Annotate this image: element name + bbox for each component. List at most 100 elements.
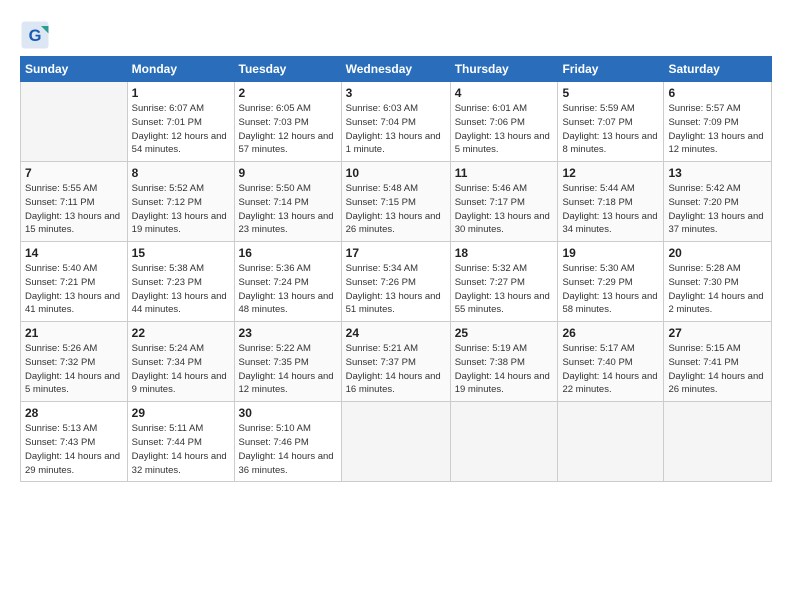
calendar-cell: 14 Sunrise: 5:40 AMSunset: 7:21 PMDayligh… [21, 242, 128, 322]
day-number: 24 [346, 326, 446, 340]
day-number: 3 [346, 86, 446, 100]
day-info: Sunrise: 5:34 AMSunset: 7:26 PMDaylight:… [346, 262, 446, 317]
calendar-cell: 23 Sunrise: 5:22 AMSunset: 7:35 PMDayligh… [234, 322, 341, 402]
calendar-week-1: 1 Sunrise: 6:07 AMSunset: 7:01 PMDaylight… [21, 82, 772, 162]
day-info: Sunrise: 6:03 AMSunset: 7:04 PMDaylight:… [346, 102, 446, 157]
calendar-cell: 20 Sunrise: 5:28 AMSunset: 7:30 PMDayligh… [664, 242, 772, 322]
calendar-cell: 1 Sunrise: 6:07 AMSunset: 7:01 PMDaylight… [127, 82, 234, 162]
svg-text:G: G [29, 27, 42, 45]
day-number: 27 [668, 326, 767, 340]
day-info: Sunrise: 5:24 AMSunset: 7:34 PMDaylight:… [132, 342, 230, 397]
day-info: Sunrise: 5:46 AMSunset: 7:17 PMDaylight:… [455, 182, 554, 237]
day-info: Sunrise: 5:42 AMSunset: 7:20 PMDaylight:… [668, 182, 767, 237]
logo-icon: G [20, 20, 50, 50]
day-info: Sunrise: 5:13 AMSunset: 7:43 PMDaylight:… [25, 422, 123, 477]
calendar-cell: 30 Sunrise: 5:10 AMSunset: 7:46 PMDayligh… [234, 402, 341, 482]
calendar-cell: 12Sunrise: 5:44 AMSunset: 7:18 PMDayligh… [558, 162, 664, 242]
calendar-cell: 27Sunrise: 5:15 AMSunset: 7:41 PMDayligh… [664, 322, 772, 402]
calendar-cell: 21 Sunrise: 5:26 AMSunset: 7:32 PMDayligh… [21, 322, 128, 402]
day-number: 15 [132, 246, 230, 260]
weekday-header-friday: Friday [558, 57, 664, 82]
calendar-body: 1 Sunrise: 6:07 AMSunset: 7:01 PMDaylight… [21, 82, 772, 482]
day-number: 20 [668, 246, 767, 260]
weekday-header-monday: Monday [127, 57, 234, 82]
calendar-cell: 13 Sunrise: 5:42 AMSunset: 7:20 PMDayligh… [664, 162, 772, 242]
day-info: Sunrise: 6:01 AMSunset: 7:06 PMDaylight:… [455, 102, 554, 157]
calendar-cell: 25Sunrise: 5:19 AMSunset: 7:38 PMDayligh… [450, 322, 558, 402]
calendar-cell: 28 Sunrise: 5:13 AMSunset: 7:43 PMDayligh… [21, 402, 128, 482]
day-info: Sunrise: 5:52 AMSunset: 7:12 PMDaylight:… [132, 182, 230, 237]
day-info: Sunrise: 5:28 AMSunset: 7:30 PMDaylight:… [668, 262, 767, 317]
weekday-header-sunday: Sunday [21, 57, 128, 82]
day-number: 10 [346, 166, 446, 180]
calendar-cell: 19 Sunrise: 5:30 AMSunset: 7:29 PMDayligh… [558, 242, 664, 322]
day-info: Sunrise: 5:19 AMSunset: 7:38 PMDaylight:… [455, 342, 554, 397]
day-number: 5 [562, 86, 659, 100]
day-number: 12 [562, 166, 659, 180]
day-info: Sunrise: 5:50 AMSunset: 7:14 PMDaylight:… [239, 182, 337, 237]
day-number: 16 [239, 246, 337, 260]
calendar-cell: 10 Sunrise: 5:48 AMSunset: 7:15 PMDayligh… [341, 162, 450, 242]
day-info: Sunrise: 5:21 AMSunset: 7:37 PMDaylight:… [346, 342, 446, 397]
calendar-cell: 9 Sunrise: 5:50 AMSunset: 7:14 PMDaylight… [234, 162, 341, 242]
day-info: Sunrise: 5:40 AMSunset: 7:21 PMDaylight:… [25, 262, 123, 317]
calendar-cell: 8Sunrise: 5:52 AMSunset: 7:12 PMDaylight… [127, 162, 234, 242]
weekday-header-tuesday: Tuesday [234, 57, 341, 82]
weekday-row: SundayMondayTuesdayWednesdayThursdayFrid… [21, 57, 772, 82]
calendar-cell: 4Sunrise: 6:01 AMSunset: 7:06 PMDaylight… [450, 82, 558, 162]
day-number: 29 [132, 406, 230, 420]
calendar-cell: 22Sunrise: 5:24 AMSunset: 7:34 PMDayligh… [127, 322, 234, 402]
day-info: Sunrise: 5:36 AMSunset: 7:24 PMDaylight:… [239, 262, 337, 317]
calendar-cell: 26Sunrise: 5:17 AMSunset: 7:40 PMDayligh… [558, 322, 664, 402]
day-number: 7 [25, 166, 123, 180]
calendar-week-4: 21 Sunrise: 5:26 AMSunset: 7:32 PMDayligh… [21, 322, 772, 402]
day-info: Sunrise: 5:10 AMSunset: 7:46 PMDaylight:… [239, 422, 337, 477]
day-number: 30 [239, 406, 337, 420]
day-number: 23 [239, 326, 337, 340]
day-number: 9 [239, 166, 337, 180]
calendar-cell: 2 Sunrise: 6:05 AMSunset: 7:03 PMDaylight… [234, 82, 341, 162]
day-number: 28 [25, 406, 123, 420]
calendar-week-3: 14 Sunrise: 5:40 AMSunset: 7:21 PMDayligh… [21, 242, 772, 322]
day-info: Sunrise: 5:48 AMSunset: 7:15 PMDaylight:… [346, 182, 446, 237]
calendar-cell: 11Sunrise: 5:46 AMSunset: 7:17 PMDayligh… [450, 162, 558, 242]
calendar-cell [341, 402, 450, 482]
weekday-header-thursday: Thursday [450, 57, 558, 82]
calendar-week-5: 28 Sunrise: 5:13 AMSunset: 7:43 PMDayligh… [21, 402, 772, 482]
header: G [20, 20, 772, 50]
day-info: Sunrise: 5:26 AMSunset: 7:32 PMDaylight:… [25, 342, 123, 397]
day-number: 2 [239, 86, 337, 100]
day-number: 1 [132, 86, 230, 100]
calendar-header: SundayMondayTuesdayWednesdayThursdayFrid… [21, 57, 772, 82]
calendar-table: SundayMondayTuesdayWednesdayThursdayFrid… [20, 56, 772, 482]
calendar-cell: 29Sunrise: 5:11 AMSunset: 7:44 PMDayligh… [127, 402, 234, 482]
day-info: Sunrise: 5:55 AMSunset: 7:11 PMDaylight:… [25, 182, 123, 237]
day-info: Sunrise: 6:05 AMSunset: 7:03 PMDaylight:… [239, 102, 337, 157]
day-info: Sunrise: 5:22 AMSunset: 7:35 PMDaylight:… [239, 342, 337, 397]
calendar-cell [664, 402, 772, 482]
day-info: Sunrise: 5:57 AMSunset: 7:09 PMDaylight:… [668, 102, 767, 157]
calendar-week-2: 7 Sunrise: 5:55 AMSunset: 7:11 PMDaylight… [21, 162, 772, 242]
page-container: G SundayMondayTuesdayWednesdayThursdayFr… [0, 0, 792, 492]
weekday-header-wednesday: Wednesday [341, 57, 450, 82]
day-number: 19 [562, 246, 659, 260]
day-number: 26 [562, 326, 659, 340]
day-number: 6 [668, 86, 767, 100]
day-number: 21 [25, 326, 123, 340]
day-number: 18 [455, 246, 554, 260]
calendar-cell: 24 Sunrise: 5:21 AMSunset: 7:37 PMDayligh… [341, 322, 450, 402]
day-info: Sunrise: 6:07 AMSunset: 7:01 PMDaylight:… [132, 102, 230, 157]
day-number: 14 [25, 246, 123, 260]
calendar-cell: 16 Sunrise: 5:36 AMSunset: 7:24 PMDayligh… [234, 242, 341, 322]
calendar-cell: 3 Sunrise: 6:03 AMSunset: 7:04 PMDaylight… [341, 82, 450, 162]
calendar-cell: 6 Sunrise: 5:57 AMSunset: 7:09 PMDaylight… [664, 82, 772, 162]
weekday-header-saturday: Saturday [664, 57, 772, 82]
day-info: Sunrise: 5:30 AMSunset: 7:29 PMDaylight:… [562, 262, 659, 317]
day-info: Sunrise: 5:32 AMSunset: 7:27 PMDaylight:… [455, 262, 554, 317]
calendar-cell: 15Sunrise: 5:38 AMSunset: 7:23 PMDayligh… [127, 242, 234, 322]
calendar-cell: 17Sunrise: 5:34 AMSunset: 7:26 PMDayligh… [341, 242, 450, 322]
calendar-cell [21, 82, 128, 162]
day-number: 13 [668, 166, 767, 180]
calendar-cell: 18 Sunrise: 5:32 AMSunset: 7:27 PMDayligh… [450, 242, 558, 322]
calendar-cell: 5Sunrise: 5:59 AMSunset: 7:07 PMDaylight… [558, 82, 664, 162]
